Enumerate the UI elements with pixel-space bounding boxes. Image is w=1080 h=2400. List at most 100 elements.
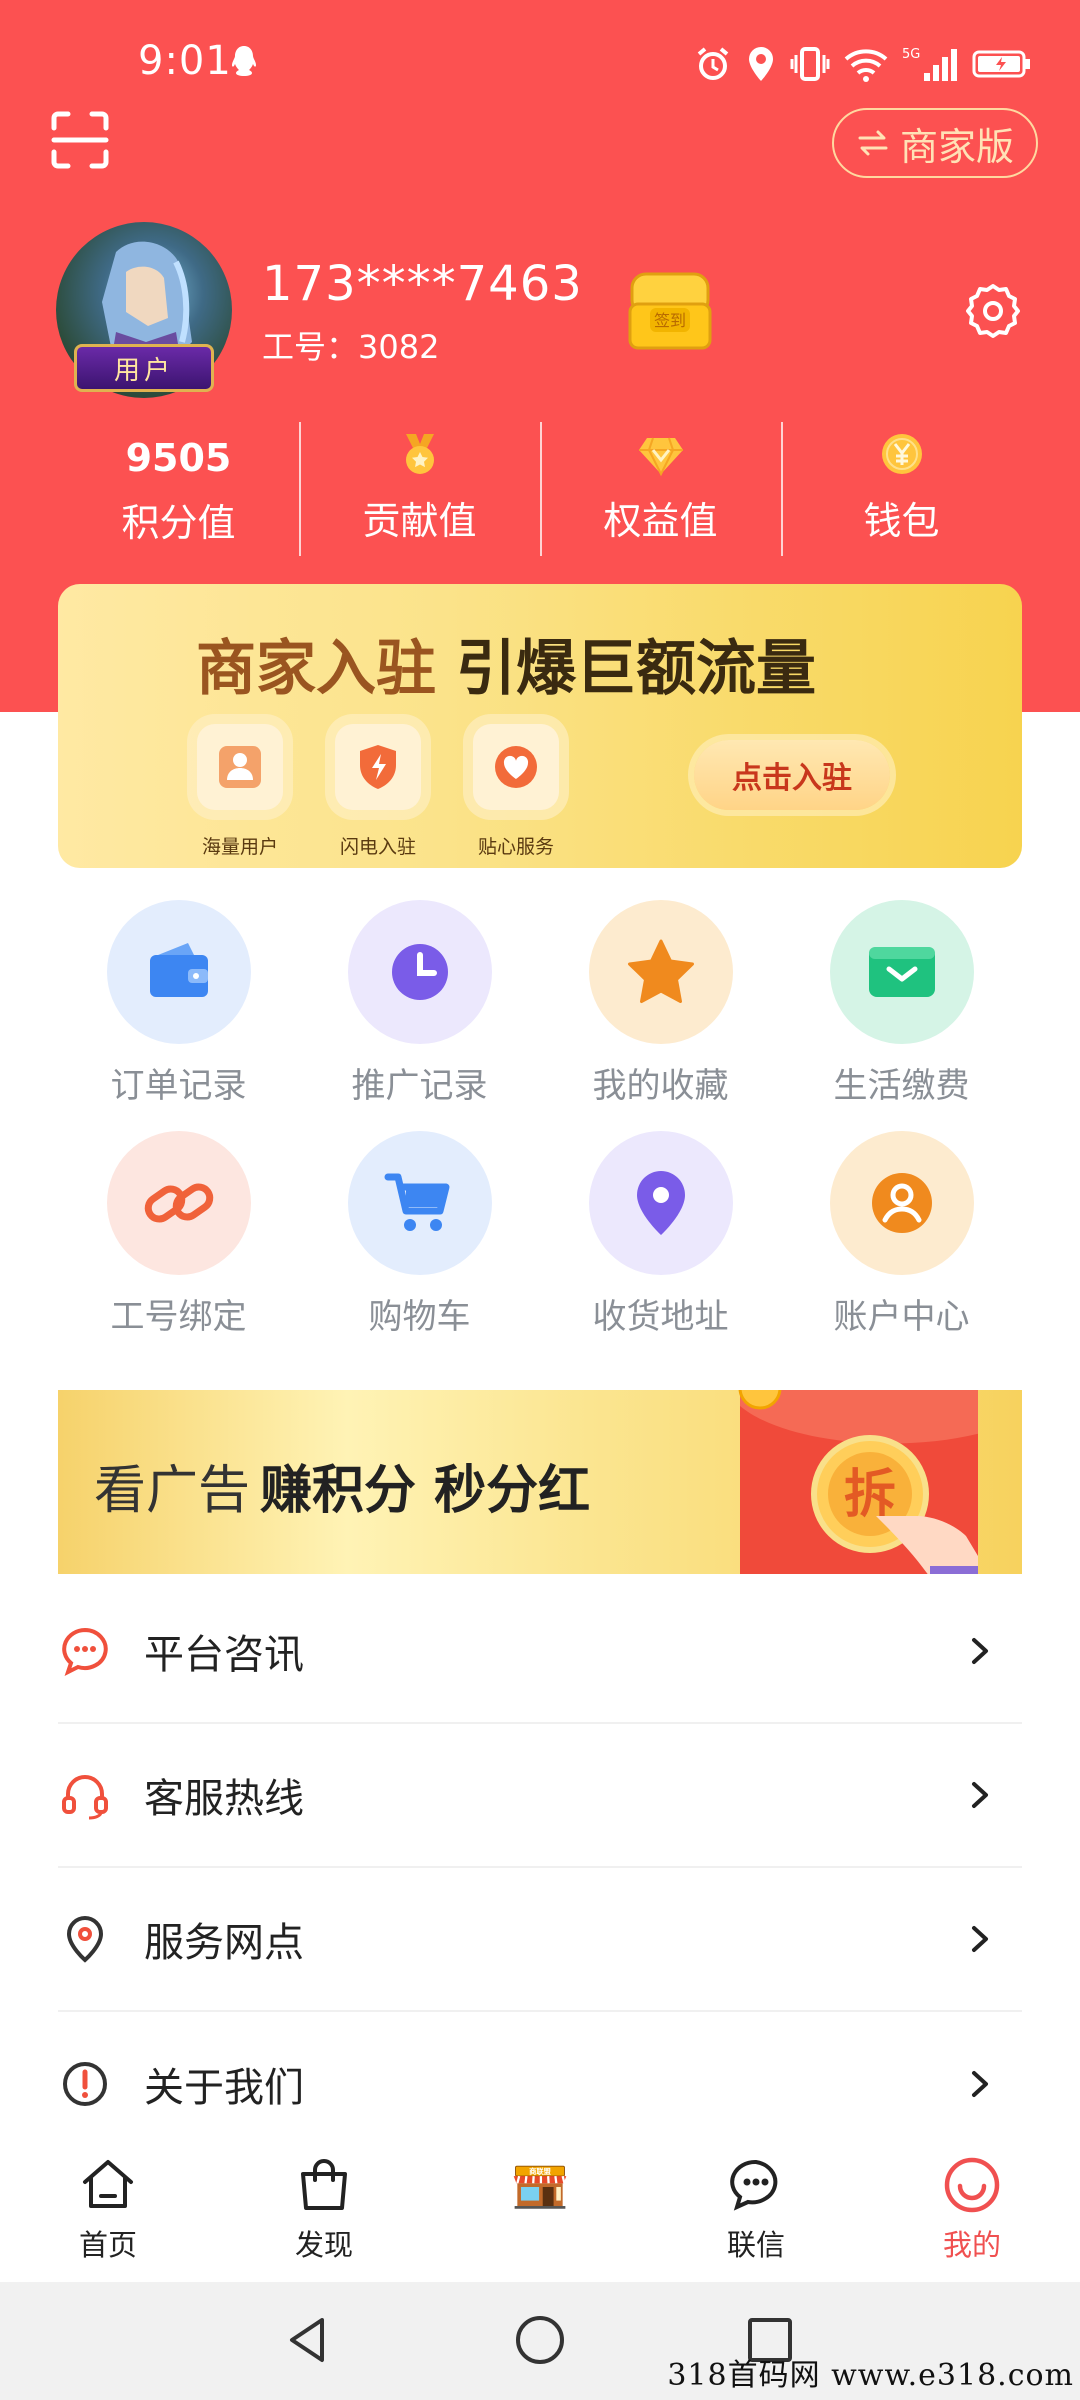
tab-label: 联信 — [726, 2228, 785, 2262]
qq-icon — [232, 46, 256, 76]
grid-shipping-address[interactable]: 收货地址 — [540, 1131, 781, 1338]
location-icon — [66, 1915, 104, 1963]
menu-label: 平台咨讯 — [144, 1632, 304, 1678]
grid-life-payment[interactable]: 生活缴费 — [781, 900, 1022, 1107]
equity-label: 权益值 — [603, 499, 718, 543]
scan-icon[interactable] — [50, 110, 110, 170]
join-now-button[interactable]: 点击入驻 — [694, 740, 890, 810]
employee-number: 工号：3082 — [262, 328, 440, 366]
store-sign-text: 商联盟 — [529, 2167, 552, 2176]
grid-icon-circle — [588, 1131, 733, 1275]
feature-label: 闪电入驻 — [339, 836, 416, 858]
grid-icon-circle — [347, 1131, 492, 1275]
merchant-banner-title: 商家入驻 引爆巨额流量 — [196, 620, 816, 707]
wallet-icon — [149, 943, 208, 997]
grid-label: 我的收藏 — [592, 1066, 729, 1106]
grid-icon-circle — [347, 900, 492, 1044]
tab-mine[interactable]: 我的 — [864, 2132, 1080, 2282]
grid-icon-circle — [106, 1131, 251, 1275]
tab-messages[interactable]: 联信 — [648, 2132, 864, 2282]
location-pin-icon — [636, 1171, 685, 1235]
chat-bubble-icon — [62, 1627, 108, 1676]
home-circle-icon[interactable] — [512, 2312, 568, 2368]
info-icon — [63, 2062, 107, 2106]
chevron-right-icon — [972, 1926, 988, 1952]
tab-home[interactable]: 首页 — [0, 2132, 216, 2282]
merchant-version-label: 商家版 — [899, 124, 1014, 169]
clock-icon — [391, 944, 448, 1000]
tab-discover[interactable]: 发现 — [216, 2132, 432, 2282]
merchant-join-banner[interactable]: 商家入驻 引爆巨额流量 海量用户 闪电入驻 贴心服务 点击入驻 — [58, 584, 1022, 868]
star-icon — [627, 939, 694, 1003]
user-circle-icon — [871, 1173, 932, 1233]
feature-massive-users: 海量用户 — [170, 724, 310, 859]
grid-icon-circle — [829, 1131, 974, 1275]
status-icons: 5G — [694, 44, 1032, 84]
cart-icon — [384, 1173, 449, 1231]
grid-employee-binding[interactable]: 工号绑定 — [58, 1131, 299, 1338]
signin-chest-icon[interactable]: 签到 — [624, 264, 716, 354]
vibrate-icon — [790, 47, 830, 81]
system-navigation-bar: 318首码网 www.e318.com — [0, 2282, 1080, 2400]
grid-account-center[interactable]: 账户中心 — [781, 1131, 1022, 1338]
stats-row: 9505 积分值 贡献值 权益值 钱包 — [58, 418, 1022, 556]
settings-gear-icon[interactable] — [964, 282, 1022, 340]
phone-number: 173****7463 — [262, 256, 583, 312]
home-icon — [83, 2160, 133, 2208]
ad-banner-text: 看广告 赚积分 秒分红 — [94, 1448, 590, 1523]
chevron-right-icon — [972, 1782, 988, 1808]
menu-label: 关于我们 — [144, 2065, 304, 2111]
watermark: 318首码网 www.e318.com — [667, 2358, 1074, 2393]
diamond-icon — [638, 437, 683, 477]
link-icon — [144, 1183, 213, 1223]
watch-ad-banner[interactable]: 看广告 赚积分 秒分红 拆 — [58, 1390, 1022, 1574]
ad-text-bold: 赚积分 秒分红 — [260, 1461, 591, 1521]
tab-label: 发现 — [294, 2228, 353, 2262]
medal-icon — [405, 434, 434, 474]
grid-my-favorites[interactable]: 我的收藏 — [540, 900, 781, 1107]
menu-item-service-hotline[interactable]: 客服热线 — [58, 1724, 1022, 1868]
menu-item-service-outlets[interactable]: 服务网点 — [58, 1868, 1022, 2012]
feature-label: 海量用户 — [201, 836, 278, 858]
wifi-icon — [844, 49, 888, 82]
contribution-label: 贡献值 — [362, 499, 477, 543]
envelope-icon — [868, 947, 935, 997]
grid-order-records[interactable]: 订单记录 — [58, 900, 299, 1107]
points-value: 9505 — [125, 436, 232, 480]
red-envelope-icon: 拆 — [738, 1390, 978, 1574]
avatar[interactable]: 用户 — [56, 222, 232, 398]
lightning-shield-icon — [360, 745, 396, 789]
feature-fast-join: 闪电入驻 — [308, 724, 448, 859]
stat-equity[interactable]: 权益值 — [540, 418, 781, 556]
stat-wallet[interactable]: 钱包 — [781, 418, 1022, 556]
tab-label: 首页 — [78, 2228, 137, 2262]
shopping-bag-icon — [301, 2159, 347, 2210]
merchant-version-button[interactable]: 商家版 — [832, 108, 1038, 178]
ad-text-plain: 看广告 — [94, 1461, 251, 1521]
menu-list: 平台咨讯 客服热线 服务网点 关于我们 — [58, 1580, 1022, 2156]
stat-contribution[interactable]: 贡献值 — [299, 418, 540, 556]
chevron-right-icon — [972, 2071, 988, 2097]
yuan-coin-icon — [881, 434, 922, 474]
points-label: 积分值 — [121, 501, 236, 545]
grid-shopping-cart[interactable]: 购物车 — [299, 1131, 540, 1338]
status-time: 9:01 — [138, 38, 232, 84]
grid-icon-circle — [106, 900, 251, 1044]
tab-store[interactable]: 商联盟 — [432, 2132, 648, 2282]
menu-item-platform-news[interactable]: 平台咨讯 — [58, 1580, 1022, 1724]
feature-grid: 订单记录 推广记录 我的收藏 生活缴费 工号绑定 购物车 收货地址 账户中心 — [58, 900, 1022, 1338]
menu-label: 客服热线 — [144, 1776, 304, 1822]
back-icon[interactable] — [280, 2312, 336, 2368]
headset-icon — [62, 1775, 108, 1820]
chevron-right-icon — [972, 1638, 988, 1664]
grid-label: 订单记录 — [110, 1066, 247, 1106]
grid-label: 账户中心 — [833, 1297, 970, 1337]
stat-points[interactable]: 9505 积分值 — [58, 418, 299, 556]
svg-text:5G: 5G — [902, 47, 920, 62]
signin-text: 签到 — [654, 311, 686, 330]
location-status-icon — [749, 47, 773, 81]
grid-label: 购物车 — [368, 1297, 471, 1337]
merchant-banner-title-part2: 引爆巨额流量 — [456, 634, 816, 704]
grid-promotion-records[interactable]: 推广记录 — [299, 900, 540, 1107]
merchant-banner-title-part1: 商家入驻 — [196, 634, 436, 704]
